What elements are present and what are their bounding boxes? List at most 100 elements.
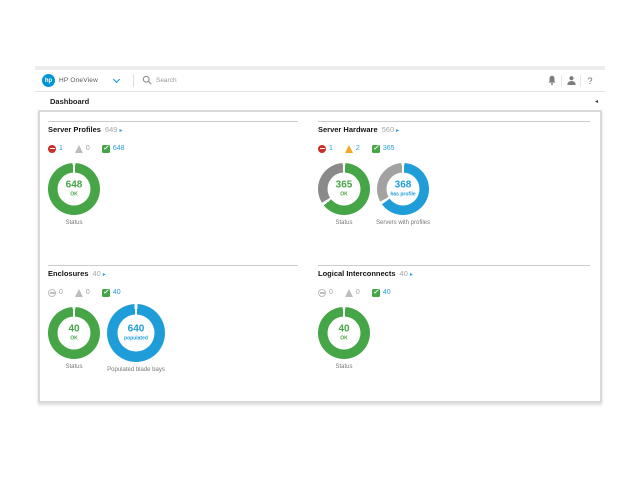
panel-title: Server Profiles: [48, 125, 101, 134]
brand-label[interactable]: HP OneView: [59, 77, 98, 84]
notifications-button[interactable]: [543, 72, 561, 90]
warning-icon: [75, 145, 83, 153]
bell-icon: [547, 75, 557, 86]
donut-sublabel: OK: [70, 336, 78, 342]
warning-count: 0: [86, 145, 90, 152]
panel-count: 40: [92, 269, 100, 278]
ok-filter[interactable]: 40: [372, 289, 391, 297]
donut-label: Status: [65, 220, 82, 226]
arrow-right-icon: ▸: [410, 271, 413, 280]
status-stats: 0 0 40: [318, 288, 590, 297]
donut-label: Populated blade bays: [107, 367, 165, 373]
critical-icon: [318, 289, 326, 297]
populated-donut-chart[interactable]: 640 populated: [107, 304, 165, 362]
search-input[interactable]: [156, 77, 336, 84]
ok-count: 40: [113, 289, 121, 296]
donut-status-block: 40 OK Status: [48, 307, 100, 373]
ok-count: 648: [113, 145, 125, 152]
donut-center: 40 OK: [328, 317, 361, 350]
panel-title-link[interactable]: Enclosures 40 ▸: [48, 266, 298, 280]
status-donut-chart[interactable]: 40 OK: [318, 307, 370, 359]
user-icon: [566, 75, 577, 86]
panel-server-profiles: Server Profiles 649 ▸ 1 0 648: [48, 121, 298, 229]
help-button[interactable]: ?: [581, 72, 599, 90]
panel-logical-interconnects: Logical Interconnects 40 ▸ 0 0 4: [318, 265, 590, 373]
critical-count: 1: [59, 145, 63, 152]
app-window: hp HP OneView: [35, 66, 605, 411]
status-donut-chart[interactable]: 365 OK: [318, 163, 370, 215]
app-header: hp HP OneView: [35, 70, 605, 92]
donut-value: 365: [336, 181, 353, 191]
critical-filter[interactable]: 0: [48, 289, 63, 297]
donut-value: 40: [338, 325, 349, 335]
warning-filter[interactable]: 2: [345, 145, 360, 153]
warning-icon: [345, 145, 353, 153]
donut-row: 648 OK Status: [48, 163, 298, 229]
status-stats: 0 0 40: [48, 288, 298, 297]
panel-count: 560: [382, 125, 395, 134]
donut-center: 648 OK: [58, 173, 91, 206]
critical-filter[interactable]: 1: [48, 145, 63, 153]
dashboard-card: Server Profiles 649 ▸ 1 0 648: [38, 110, 602, 403]
panel-title: Enclosures: [48, 269, 88, 278]
profiles-donut-chart[interactable]: 368 has profile: [377, 163, 429, 215]
panel-enclosures: Enclosures 40 ▸ 0 0 40: [48, 265, 298, 377]
donut-label: Status: [335, 364, 352, 370]
donut-row: 40 OK Status: [318, 307, 590, 373]
donut-sublabel: OK: [70, 192, 78, 198]
status-stats: 1 0 648: [48, 144, 298, 153]
warning-filter[interactable]: 0: [345, 289, 360, 297]
warning-filter[interactable]: 0: [75, 289, 90, 297]
warning-count: 0: [86, 289, 90, 296]
donut-label: Status: [335, 220, 352, 226]
status-donut-chart[interactable]: 40 OK: [48, 307, 100, 359]
panel-title: Logical Interconnects: [318, 269, 396, 278]
panel-server-hardware: Server Hardware 560 ▸ 1 2 365: [318, 121, 590, 229]
donut-row: 365 OK Status 368 has profile: [318, 163, 590, 229]
screenshot-canvas: hp HP OneView: [0, 0, 640, 480]
collapse-panel-icon[interactable]: ◂: [595, 99, 598, 105]
hp-logo-icon: hp: [42, 74, 55, 87]
ok-filter[interactable]: 40: [102, 289, 121, 297]
warning-filter[interactable]: 0: [75, 145, 90, 153]
donut-sublabel: has profile: [390, 192, 415, 198]
donut-sublabel: populated: [124, 336, 148, 342]
panel-count: 40: [400, 269, 408, 278]
panel-title-link[interactable]: Server Profiles 649 ▸: [48, 122, 298, 136]
chevron-down-icon[interactable]: [113, 76, 120, 83]
warning-icon: [345, 289, 353, 297]
page-title: Dashboard: [50, 97, 89, 106]
critical-icon: [48, 289, 56, 297]
ok-check-icon: [372, 145, 380, 153]
critical-count: 1: [329, 145, 333, 152]
search-icon: [142, 72, 152, 90]
panel-title-link[interactable]: Server Hardware 560 ▸: [318, 122, 590, 136]
panel-title: Server Hardware: [318, 125, 378, 134]
ok-filter[interactable]: 648: [102, 145, 125, 153]
arrow-right-icon: ▸: [119, 127, 122, 136]
donut-value: 648: [66, 181, 83, 191]
critical-icon: [318, 145, 326, 153]
ok-check-icon: [102, 145, 110, 153]
donut-center: 368 has profile: [387, 173, 420, 206]
donut-sublabel: OK: [340, 336, 348, 342]
panel-count: 649: [105, 125, 118, 134]
donut-center: 40 OK: [58, 317, 91, 350]
status-donut-chart[interactable]: 648 OK: [48, 163, 100, 215]
donut-status-block: 40 OK Status: [318, 307, 370, 373]
donut-value: 368: [395, 181, 412, 191]
critical-filter[interactable]: 1: [318, 145, 333, 153]
donut-label: Servers with profiles: [376, 220, 430, 226]
donut-populated-block: 640 populated Populated blade bays: [107, 307, 165, 377]
ok-filter[interactable]: 365: [372, 145, 395, 153]
critical-filter[interactable]: 0: [318, 289, 333, 297]
ok-count: 365: [383, 145, 395, 152]
panel-title-link[interactable]: Logical Interconnects 40 ▸: [318, 266, 590, 280]
arrow-right-icon: ▸: [103, 271, 106, 280]
warning-count: 2: [356, 145, 360, 152]
critical-icon: [48, 145, 56, 153]
donut-label: Status: [65, 364, 82, 370]
donut-center: 365 OK: [328, 173, 361, 206]
donut-row: 40 OK Status 640 populated: [48, 307, 298, 377]
user-button[interactable]: [562, 72, 580, 90]
